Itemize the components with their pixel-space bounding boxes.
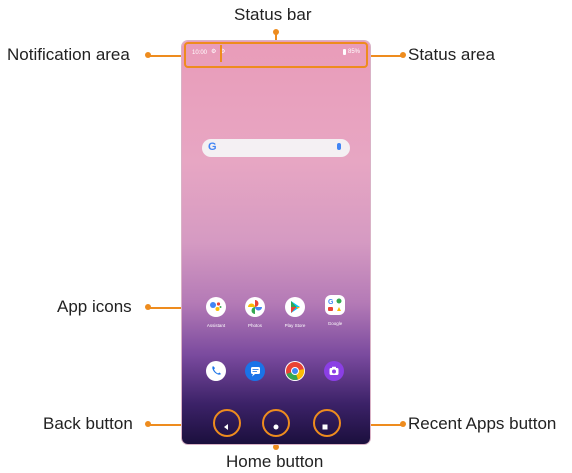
microphone-icon[interactable] — [337, 143, 341, 150]
back-button-dot — [145, 421, 151, 427]
app-google-folder[interactable]: G Google — [315, 295, 355, 326]
notification-area-highlight — [186, 45, 222, 62]
chrome-app-icon[interactable] — [285, 361, 305, 381]
phone-screen: 10:00 ⚙ ⚙ 85% G Assistant Photos Play St… — [182, 41, 370, 444]
messages-icon — [251, 367, 260, 377]
google-search-bar[interactable]: G — [202, 139, 350, 157]
status-bar-label: Status bar — [234, 5, 312, 24]
google-icon: G — [325, 295, 345, 315]
notification-area-pointer — [147, 55, 185, 57]
app-assistant[interactable]: Assistant — [196, 297, 236, 328]
status-area-dot — [400, 52, 406, 58]
app-label: Assistant — [206, 323, 226, 328]
camera-app-icon[interactable] — [324, 361, 344, 381]
app-photos[interactable]: Photos — [235, 297, 275, 328]
app-icons-dot — [145, 304, 151, 310]
notification-area-dot — [145, 52, 151, 58]
phone-app-icon[interactable] — [206, 361, 226, 381]
home-button-highlight — [262, 409, 290, 437]
status-area-pointer — [366, 55, 403, 57]
app-label: Photos — [247, 323, 262, 328]
photos-icon — [245, 297, 265, 317]
notification-area-label: Notification area — [7, 45, 130, 64]
app-label: Google — [327, 321, 343, 326]
app-icons-label: App icons — [57, 297, 132, 316]
chrome-icon — [286, 362, 305, 381]
app-label: Play Store — [284, 323, 306, 328]
recent-apps-button-label: Recent Apps button — [408, 414, 557, 433]
play-store-icon — [285, 297, 305, 317]
back-button-highlight — [213, 409, 241, 437]
google-g-icon: G — [208, 141, 217, 153]
app-play-store[interactable]: Play Store — [275, 297, 315, 328]
phone-icon — [212, 366, 221, 375]
status-bar-dot — [273, 29, 279, 35]
status-area-label: Status area — [408, 45, 495, 64]
assistant-icon — [206, 297, 226, 317]
camera-icon — [329, 366, 339, 375]
messages-app-icon[interactable] — [245, 361, 265, 381]
back-button-label: Back button — [43, 414, 133, 433]
home-button-label: Home button — [226, 452, 324, 471]
home-button-dot — [273, 444, 279, 450]
recent-apps-dot — [400, 421, 406, 427]
recent-apps-button-highlight — [313, 409, 341, 437]
svg-text:G: G — [328, 299, 334, 306]
